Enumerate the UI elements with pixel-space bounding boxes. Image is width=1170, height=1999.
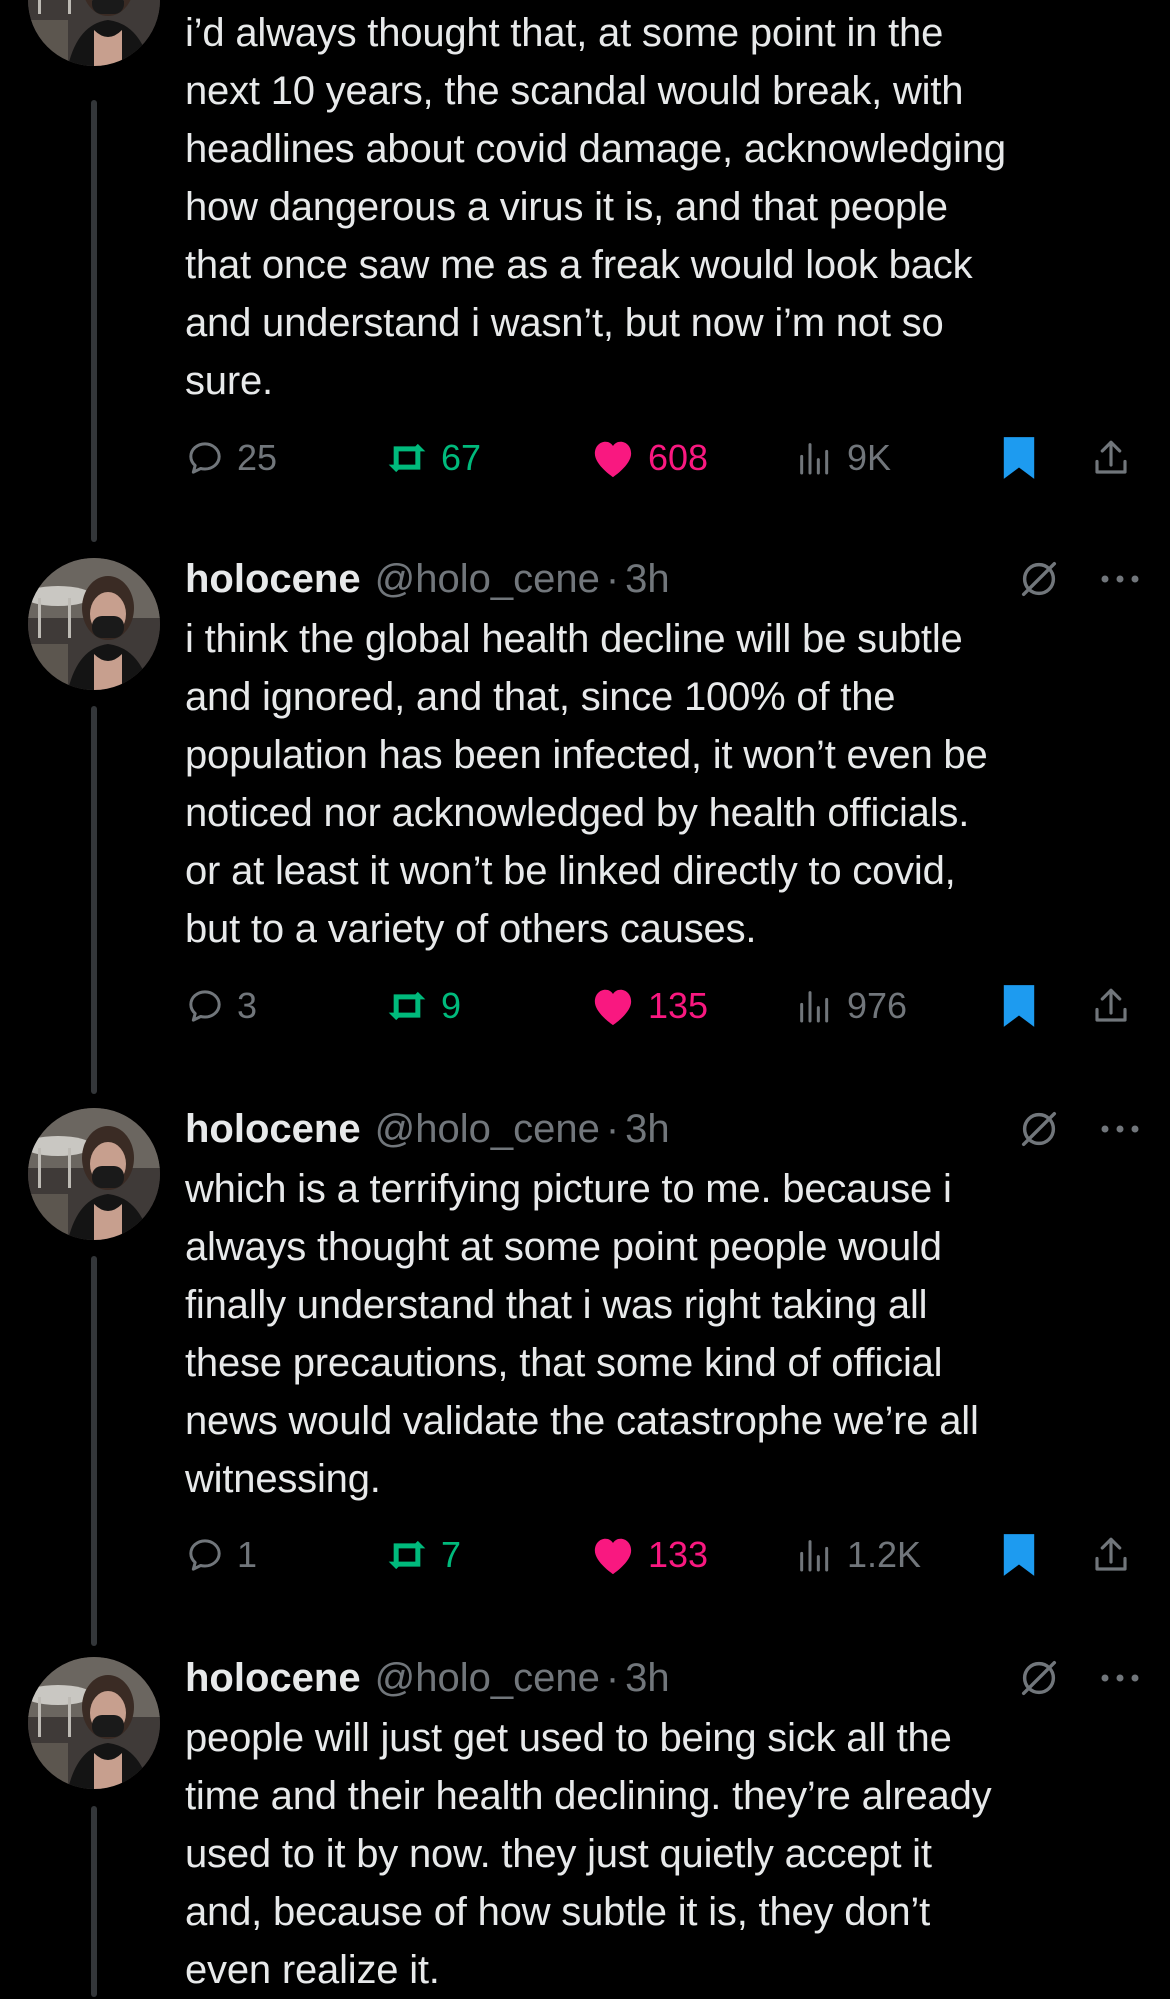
- retweet-count: 7: [441, 1534, 462, 1575]
- muted-icon[interactable]: [1016, 1106, 1062, 1152]
- muted-icon[interactable]: [1016, 1655, 1062, 1701]
- reply-icon: [189, 990, 221, 1022]
- separator-dot: ·: [605, 1106, 620, 1151]
- user-handle[interactable]: @holo_cene: [375, 1656, 600, 1701]
- like-count: 608: [648, 437, 709, 478]
- share-icon: [1095, 988, 1127, 1022]
- display-name[interactable]: holocene: [185, 1656, 361, 1701]
- muted-icon[interactable]: [1016, 556, 1062, 602]
- reply-count: 3: [237, 985, 258, 1026]
- views-button[interactable]: 1.2K: [795, 1527, 921, 1583]
- reply-icon: [189, 442, 221, 474]
- retweet-icon: [388, 1540, 426, 1570]
- avatar[interactable]: [28, 1108, 160, 1240]
- like-button[interactable]: 608: [590, 430, 708, 486]
- avatar[interactable]: [28, 0, 160, 66]
- bookmark-icon-filled: [1003, 985, 1035, 1027]
- share-icon: [1095, 1537, 1127, 1571]
- tweet-thread: i’d always thought that, at some point i…: [0, 0, 1170, 1997]
- bookmark-button[interactable]: [1000, 978, 1050, 1034]
- retweet-button[interactable]: 67: [385, 430, 481, 486]
- tweet-header: holocene @holo_cene · 3h: [185, 1101, 1142, 1157]
- separator-dot: ·: [605, 556, 620, 601]
- views-button[interactable]: 976: [795, 978, 907, 1034]
- tweet-text: which is a terrifying picture to me. bec…: [185, 1167, 979, 1501]
- tweet-actions: 3 9 135 976: [185, 978, 1135, 1034]
- views-button[interactable]: 9K: [795, 430, 891, 486]
- views-count: 9K: [847, 437, 892, 478]
- tweet-actions: 25 67 608 9K: [185, 430, 1135, 486]
- views-icon: [800, 991, 829, 1023]
- views-icon: [800, 1540, 829, 1572]
- retweet-icon: [388, 991, 426, 1021]
- separator-dot: ·: [605, 1655, 620, 1700]
- user-handle[interactable]: @holo_cene: [375, 557, 600, 602]
- heart-icon-filled: [594, 441, 632, 478]
- reply-button[interactable]: 1: [185, 1527, 257, 1583]
- more-icon[interactable]: [1098, 1122, 1142, 1136]
- retweet-button[interactable]: 9: [385, 978, 461, 1034]
- thread-connector-line: [91, 1256, 97, 1646]
- retweet-icon: [388, 443, 426, 473]
- share-button[interactable]: [1090, 430, 1144, 486]
- reply-button[interactable]: 25: [185, 430, 277, 486]
- tweet-actions: 1 7 133 1.2K: [185, 1527, 1135, 1583]
- like-button[interactable]: 133: [590, 1527, 708, 1583]
- more-icon[interactable]: [1098, 1671, 1142, 1685]
- retweet-count: 9: [441, 985, 462, 1026]
- reply-button[interactable]: 3: [185, 978, 257, 1034]
- bookmark-button[interactable]: [1000, 430, 1050, 486]
- thread-connector-line: [91, 706, 97, 1094]
- views-count: 1.2K: [847, 1534, 922, 1575]
- tweet-text: people will just get used to being sick …: [185, 1716, 992, 1992]
- like-count: 133: [648, 1534, 709, 1575]
- views-count: 976: [847, 985, 908, 1026]
- bookmark-icon-filled: [1003, 437, 1035, 479]
- share-button[interactable]: [1090, 1527, 1144, 1583]
- thread-connector-line: [91, 1806, 97, 1997]
- reply-count: 1: [237, 1534, 258, 1575]
- timestamp[interactable]: 3h: [625, 1656, 670, 1701]
- views-icon: [800, 443, 829, 475]
- like-button[interactable]: 135: [590, 978, 708, 1034]
- more-icon[interactable]: [1098, 572, 1142, 586]
- share-icon: [1095, 440, 1127, 474]
- retweet-button[interactable]: 7: [385, 1527, 461, 1583]
- bookmark-icon-filled: [1003, 1534, 1035, 1576]
- tweet-header: holocene @holo_cene · 3h: [185, 551, 1142, 607]
- avatar[interactable]: [28, 1657, 160, 1789]
- user-handle[interactable]: @holo_cene: [375, 1107, 600, 1152]
- display-name[interactable]: holocene: [185, 557, 361, 602]
- avatar[interactable]: [28, 558, 160, 690]
- retweet-count: 67: [441, 437, 482, 478]
- share-button[interactable]: [1090, 978, 1144, 1034]
- bookmark-button[interactable]: [1000, 1527, 1050, 1583]
- timestamp[interactable]: 3h: [625, 1107, 670, 1152]
- timestamp[interactable]: 3h: [625, 557, 670, 602]
- like-count: 135: [648, 985, 709, 1026]
- heart-icon-filled: [594, 1538, 632, 1575]
- display-name[interactable]: holocene: [185, 1107, 361, 1152]
- reply-icon: [189, 1539, 221, 1571]
- reply-count: 25: [237, 437, 278, 478]
- thread-connector-line: [91, 100, 97, 542]
- tweet-text: i think the global health decline will b…: [185, 617, 988, 951]
- tweet-header: holocene @holo_cene · 3h: [185, 1650, 1142, 1706]
- tweet-text: i’d always thought that, at some point i…: [185, 11, 1006, 403]
- heart-icon-filled: [594, 989, 632, 1026]
